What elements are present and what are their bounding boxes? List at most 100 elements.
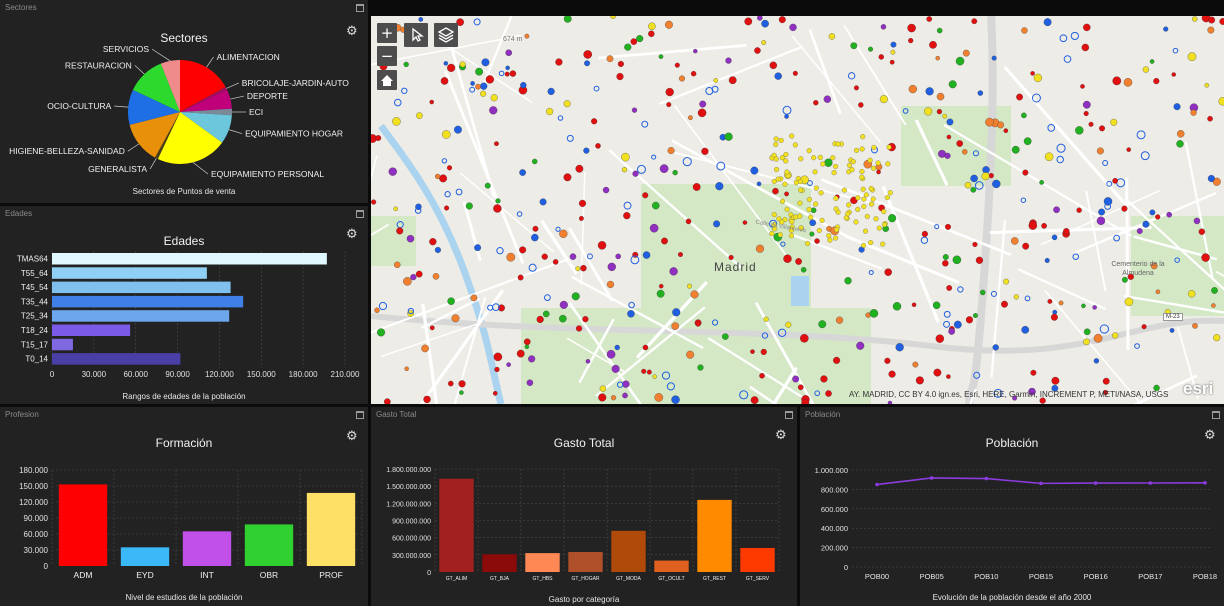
select-button[interactable] bbox=[404, 23, 428, 47]
map-point bbox=[859, 146, 865, 152]
map-point bbox=[797, 200, 803, 206]
map-point bbox=[672, 308, 681, 317]
x-tick-label: POB00 bbox=[865, 572, 889, 581]
map-point bbox=[1076, 207, 1082, 213]
map-point bbox=[1192, 323, 1198, 329]
data-point bbox=[984, 476, 989, 481]
map-point bbox=[849, 167, 855, 173]
pie-label: DEPORTE bbox=[247, 91, 288, 101]
map-point bbox=[895, 343, 904, 352]
map-view[interactable]: + − Madrid Cementerio de la Almudena M-2… bbox=[371, 16, 1224, 404]
map-point bbox=[774, 72, 782, 80]
map-point bbox=[404, 366, 409, 371]
map-point bbox=[936, 27, 943, 34]
map-point bbox=[1001, 300, 1008, 308]
y-tick-label: T15_17 bbox=[21, 340, 49, 349]
map-point bbox=[489, 106, 498, 115]
chart-caption: Sectores de Puntos de venta bbox=[132, 187, 236, 196]
zoom-out-button[interactable]: − bbox=[377, 46, 397, 66]
map-point bbox=[772, 187, 779, 195]
map-point bbox=[1171, 72, 1176, 77]
map-point bbox=[878, 54, 884, 60]
y-tick-label: 180.000 bbox=[19, 466, 48, 475]
y-tick-label: 200.000 bbox=[821, 544, 848, 553]
panel-gasto: Gasto Total ⚙ Gasto Total 0 300.000.000 60… bbox=[371, 407, 797, 606]
map-point bbox=[669, 267, 678, 276]
y-tick-label: 1.200.000.000 bbox=[386, 501, 431, 508]
home-button[interactable] bbox=[377, 70, 397, 90]
x-tick-label: 0 bbox=[50, 370, 55, 379]
map-canvas[interactable] bbox=[371, 16, 1224, 404]
map-point bbox=[977, 90, 984, 96]
map-point bbox=[671, 322, 680, 330]
pie-leader-line bbox=[230, 95, 245, 100]
map-point bbox=[641, 368, 647, 374]
map-point bbox=[526, 379, 534, 386]
bar bbox=[52, 253, 327, 265]
map-point bbox=[834, 227, 840, 233]
map-point bbox=[1177, 130, 1185, 138]
map-point bbox=[825, 390, 832, 397]
map-point bbox=[622, 380, 630, 388]
map-point bbox=[886, 144, 892, 150]
map-point bbox=[750, 166, 759, 175]
map-point bbox=[648, 30, 655, 38]
map-point bbox=[793, 180, 799, 186]
x-tick-label: GT_ALIM bbox=[446, 576, 467, 582]
map-point bbox=[484, 182, 491, 189]
y-tick-label: 0 bbox=[427, 570, 431, 577]
map-point bbox=[1173, 103, 1181, 111]
map-point bbox=[1121, 205, 1128, 212]
map-point bbox=[480, 82, 488, 90]
map-point bbox=[820, 161, 826, 167]
map-point bbox=[880, 24, 887, 30]
map-point bbox=[868, 186, 874, 192]
map-point bbox=[965, 316, 974, 324]
y-tick-label: 120.000 bbox=[19, 498, 48, 507]
map-point bbox=[582, 316, 589, 323]
map-point bbox=[1149, 209, 1156, 216]
bar bbox=[52, 310, 230, 322]
map-point bbox=[1187, 52, 1197, 61]
bar bbox=[58, 484, 108, 566]
map-point bbox=[806, 196, 812, 203]
map-point bbox=[783, 254, 792, 263]
map-point bbox=[470, 81, 475, 86]
map-point bbox=[889, 59, 895, 65]
layers-button[interactable] bbox=[434, 23, 458, 47]
map-point bbox=[876, 225, 882, 231]
map-point bbox=[677, 252, 683, 258]
pie-label: HIGIENE-BELLEZA-SANIDAD bbox=[9, 146, 125, 156]
map-point bbox=[672, 170, 678, 176]
map-point bbox=[800, 334, 809, 343]
map-point bbox=[392, 117, 401, 126]
map-point bbox=[578, 216, 584, 221]
map-point bbox=[1093, 358, 1100, 364]
map-point bbox=[845, 211, 851, 217]
map-point bbox=[953, 320, 962, 329]
map-point bbox=[666, 102, 672, 108]
map-point bbox=[678, 75, 685, 82]
map-point bbox=[693, 48, 698, 54]
map-point bbox=[1023, 137, 1032, 146]
map-point bbox=[692, 183, 701, 191]
map-point bbox=[946, 134, 952, 140]
map-point bbox=[539, 198, 547, 206]
map-point bbox=[763, 316, 769, 322]
map-point bbox=[542, 310, 550, 318]
y-tick-label: 30.000 bbox=[24, 546, 49, 555]
map-point bbox=[1096, 147, 1104, 155]
map-point bbox=[890, 49, 896, 55]
map-point bbox=[881, 209, 887, 215]
data-point bbox=[1148, 481, 1153, 485]
zoom-in-button[interactable]: + bbox=[377, 23, 397, 43]
map-point bbox=[833, 195, 839, 201]
map-point bbox=[970, 174, 978, 183]
map-point bbox=[869, 309, 879, 318]
y-tick-label: 800.000 bbox=[821, 485, 848, 494]
map-point bbox=[956, 140, 964, 147]
x-tick-label: POB17 bbox=[1138, 572, 1162, 581]
map-point bbox=[811, 155, 817, 161]
map-point bbox=[798, 156, 804, 162]
map-point bbox=[371, 199, 377, 205]
